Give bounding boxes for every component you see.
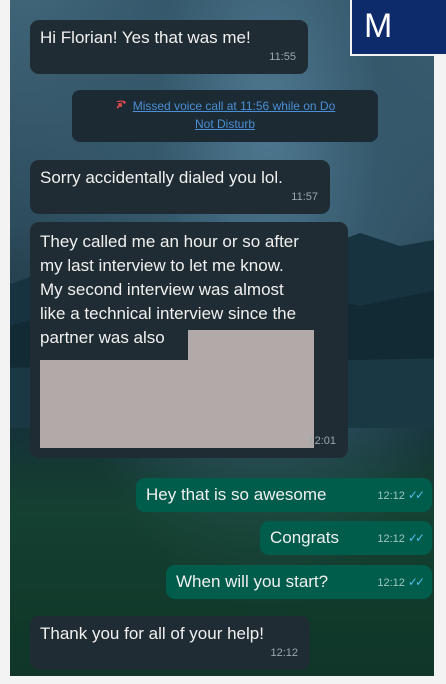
message-text: Thank you for all of your help! bbox=[40, 624, 264, 643]
message-text-line: My second interview was almost bbox=[40, 280, 284, 299]
photo-border-bottom bbox=[0, 676, 446, 684]
overlay-title: M bbox=[350, 0, 446, 56]
missed-call-text-line2: Not Disturb bbox=[194, 117, 256, 131]
message-bubble-incoming[interactable]: Hi Florian! Yes that was me! 11:55 bbox=[30, 20, 308, 74]
message-time: 12:12 ✓✓ bbox=[377, 483, 425, 508]
double-check-icon: ✓✓ bbox=[407, 531, 425, 545]
photo-border-left bbox=[0, 0, 10, 684]
message-bubble-incoming[interactable]: They called me an hour or so after my la… bbox=[30, 222, 348, 458]
message-text: Sorry accidentally dialed you lol. bbox=[40, 168, 283, 187]
message-time: 11:55 bbox=[269, 51, 296, 63]
message-bubble-incoming[interactable]: Thank you for all of your help! 12:12 bbox=[30, 616, 310, 670]
message-time: 12:12 ✓✓ bbox=[377, 570, 425, 595]
message-text: Hi Florian! Yes that was me! bbox=[40, 28, 251, 47]
message-time: 12:12 bbox=[270, 647, 298, 659]
message-time: 12:12 ✓✓ bbox=[377, 526, 425, 551]
photo-border-right bbox=[434, 0, 446, 684]
message-bubble-outgoing[interactable]: Congrats 12:12 ✓✓ bbox=[260, 521, 432, 555]
message-time: 12:01 bbox=[308, 435, 336, 447]
message-text: Hey that is so awesome bbox=[146, 485, 327, 504]
missed-call-notice[interactable]: Missed voice call at 11:56 while on Do N… bbox=[72, 90, 378, 142]
message-bubble-incoming[interactable]: Sorry accidentally dialed you lol. 11:57 bbox=[30, 160, 330, 214]
missed-call-icon bbox=[115, 100, 126, 109]
message-text-line: They called me an hour or so after bbox=[40, 232, 299, 251]
message-bubble-outgoing[interactable]: When will you start? 12:12 ✓✓ bbox=[166, 565, 432, 599]
double-check-icon: ✓✓ bbox=[407, 488, 425, 502]
double-check-icon: ✓✓ bbox=[407, 575, 425, 589]
time-text: 12:12 bbox=[377, 490, 405, 502]
message-text: Congrats bbox=[270, 528, 339, 547]
message-text: When will you start? bbox=[176, 572, 329, 591]
message-text-line: like a technical interview since the bbox=[40, 304, 297, 323]
missed-call-text-line1: Missed voice call at 11:56 while on Do bbox=[132, 99, 336, 113]
time-text: 12:12 bbox=[377, 577, 405, 589]
time-text: 12:12 bbox=[377, 533, 405, 545]
redaction-block bbox=[40, 360, 314, 448]
message-bubble-outgoing[interactable]: Hey that is so awesome 12:12 ✓✓ bbox=[136, 478, 432, 512]
message-time: 11:57 bbox=[291, 191, 318, 203]
message-text-line: my last interview to let me know. bbox=[40, 256, 284, 275]
redaction-block bbox=[188, 330, 314, 362]
